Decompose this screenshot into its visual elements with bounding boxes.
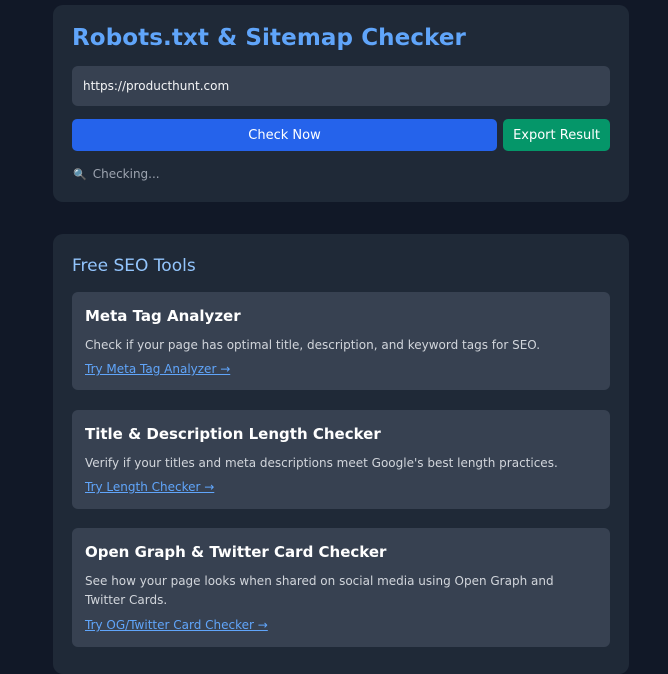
- og-twitter-checker-link[interactable]: Try OG/Twitter Card Checker →: [85, 618, 268, 632]
- card-title: Title & Description Length Checker: [85, 425, 381, 443]
- tool-card-og-twitter: Open Graph & Twitter Card Checker See ho…: [72, 528, 610, 647]
- tool-card-meta-tag: Meta Tag Analyzer Check if your page has…: [72, 292, 610, 390]
- check-now-button[interactable]: Check Now: [72, 119, 497, 151]
- meta-tag-analyzer-link[interactable]: Try Meta Tag Analyzer →: [85, 362, 230, 376]
- export-result-button[interactable]: Export Result: [503, 119, 610, 151]
- app-title: Robots.txt & Sitemap Checker: [72, 25, 467, 51]
- status-text: Checking...: [92, 167, 160, 181]
- status-message: 🔍 Checking...: [73, 167, 160, 181]
- card-description: Verify if your titles and meta descripti…: [85, 456, 558, 470]
- seo-tools-panel: Free SEO Tools Meta Tag Analyzer Check i…: [53, 234, 629, 674]
- card-title: Meta Tag Analyzer: [85, 307, 241, 325]
- length-checker-link[interactable]: Try Length Checker →: [85, 480, 214, 494]
- card-description: See how your page looks when shared on s…: [85, 574, 554, 607]
- section-title: Free SEO Tools: [72, 256, 196, 276]
- tool-card-length-checker: Title & Description Length Checker Verif…: [72, 410, 610, 509]
- url-input[interactable]: [72, 66, 610, 106]
- card-description: Check if your page has optimal title, de…: [85, 338, 541, 352]
- magnifier-icon: 🔍: [73, 168, 87, 181]
- card-title: Open Graph & Twitter Card Checker: [85, 543, 387, 561]
- checker-panel: Robots.txt & Sitemap Checker Check Now E…: [53, 5, 629, 202]
